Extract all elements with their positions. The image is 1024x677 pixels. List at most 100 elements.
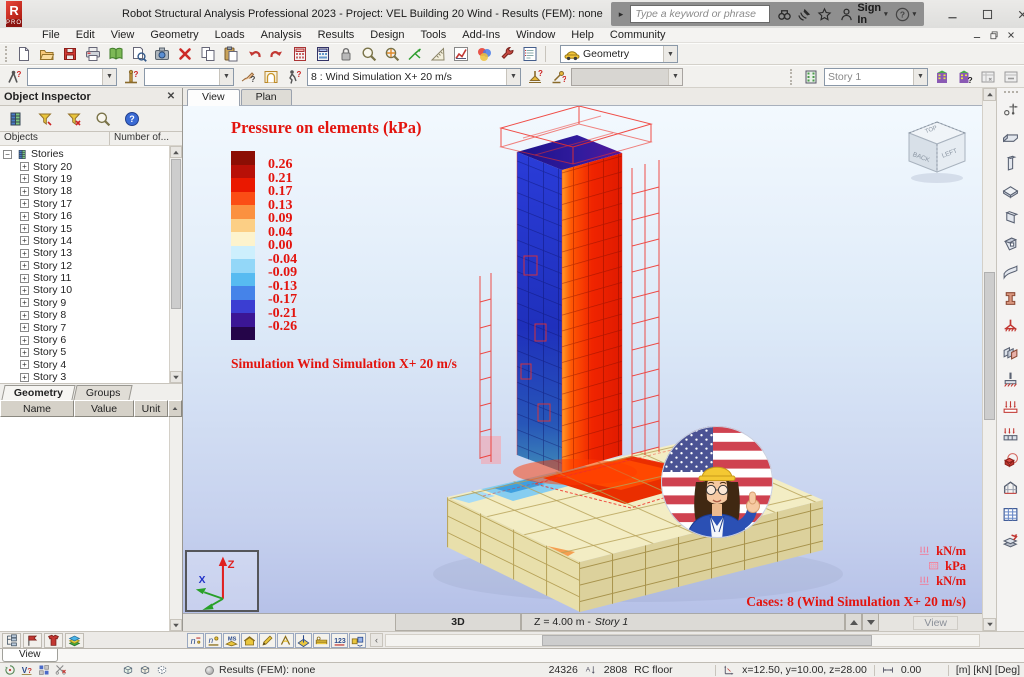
expand-icon[interactable]: + — [20, 336, 29, 345]
shell-icon[interactable] — [999, 260, 1023, 283]
horizontal-scrollbar[interactable] — [385, 634, 980, 647]
tree-view-icon[interactable] — [2, 633, 21, 648]
expand-icon[interactable]: + — [20, 187, 29, 196]
tree-item-story[interactable]: + Story 15 — [3, 222, 182, 234]
expand-icon[interactable]: + — [20, 224, 29, 233]
snap-n1-icon[interactable]: n — [187, 633, 204, 648]
support-icon[interactable] — [999, 314, 1023, 337]
viewport-vertical-scrollbar[interactable] — [982, 88, 996, 631]
zoom-icon[interactable] — [357, 44, 380, 64]
tree-item-stories-root[interactable]: − Stories — [3, 148, 182, 160]
walk-q-icon[interactable]: ? — [282, 67, 305, 87]
number-column-header[interactable]: Number of... — [110, 132, 182, 145]
tree-item-story[interactable]: + Story 12 — [3, 260, 182, 272]
wrench-icon[interactable] — [495, 44, 518, 64]
tree-scrollbar[interactable] — [169, 146, 182, 383]
snap-n2-icon[interactable]: n — [205, 633, 222, 648]
combo-dropdown-icon[interactable]: ▼ — [506, 69, 520, 85]
units-label[interactable]: [m] [kN] [Deg] — [956, 664, 1020, 676]
node-axes-icon[interactable] — [999, 98, 1023, 121]
support-q-icon[interactable]: ? — [523, 67, 546, 87]
toolbar-grip[interactable] — [1004, 91, 1018, 93]
menu-item[interactable]: Geometry — [142, 29, 206, 41]
expand-icon[interactable]: + — [20, 236, 29, 245]
win-gray2-icon[interactable] — [999, 67, 1022, 87]
expand-icon[interactable]: + — [20, 348, 29, 357]
combo-dropdown-icon[interactable]: ▼ — [219, 69, 233, 85]
cut-x-icon[interactable] — [55, 664, 67, 676]
redo-icon[interactable] — [265, 44, 288, 64]
tree-item-story[interactable]: + Story 19 — [3, 173, 182, 185]
view-window-tab[interactable]: View — [2, 649, 58, 662]
lock-icon[interactable] — [334, 44, 357, 64]
scroll-down-icon[interactable] — [170, 619, 182, 631]
notes-icon[interactable] — [518, 44, 541, 64]
layers-move-icon[interactable] — [999, 530, 1023, 553]
menu-item[interactable]: Window — [508, 29, 563, 41]
filter-shirt-icon[interactable] — [44, 633, 63, 648]
search-input[interactable] — [630, 5, 770, 23]
favorites-star-icon[interactable] — [817, 7, 832, 22]
save-icon[interactable] — [58, 44, 81, 64]
table-grid-icon[interactable] — [999, 503, 1023, 526]
nodes-green-icon[interactable] — [403, 44, 426, 64]
scroll-up-icon[interactable] — [983, 88, 996, 101]
filter-icon[interactable] — [35, 109, 55, 129]
sort-icon[interactable]: A — [585, 664, 597, 676]
snap-123-icon[interactable]: 123 — [331, 633, 348, 648]
wall-icon[interactable] — [999, 206, 1023, 229]
level-cell[interactable]: Z = 4.00 m - Story 1 — [521, 614, 845, 631]
zoom-icon[interactable] — [93, 109, 113, 129]
zoom-target-icon[interactable] — [380, 44, 403, 64]
menu-item[interactable]: View — [103, 29, 143, 41]
i-section-icon[interactable] — [999, 287, 1023, 310]
wall-2-icon[interactable] — [999, 233, 1023, 256]
view-mode-cell[interactable]: 3D — [395, 614, 521, 631]
toolbar-grip[interactable] — [5, 46, 9, 62]
level-q-icon[interactable]: ? — [119, 67, 142, 87]
scrollbar-thumb[interactable] — [542, 635, 872, 646]
open-folder-icon[interactable] — [35, 44, 58, 64]
beam-icon[interactable] — [999, 125, 1023, 148]
combo-dropdown-icon[interactable]: ▼ — [102, 69, 116, 85]
filter-x-icon[interactable] — [64, 109, 84, 129]
camera-icon[interactable] — [150, 44, 173, 64]
cube-3-icon[interactable] — [156, 664, 168, 676]
measure-icon[interactable] — [426, 44, 449, 64]
expand-icon[interactable]: + — [20, 373, 29, 382]
tree-item-story[interactable]: + Story 5 — [3, 346, 182, 358]
search-expand-icon[interactable]: ▸ — [619, 9, 624, 20]
close-button[interactable] — [1016, 8, 1024, 21]
menu-item[interactable]: Edit — [68, 29, 103, 41]
expand-icon[interactable]: + — [20, 323, 29, 332]
building-green-icon[interactable] — [930, 67, 953, 87]
snap-house-icon[interactable] — [241, 633, 258, 648]
expand-icon[interactable]: + — [20, 212, 29, 221]
paste-icon[interactable] — [219, 44, 242, 64]
tree-item-story[interactable]: + Story 10 — [3, 284, 182, 296]
tree-item-story[interactable]: + Story 20 — [3, 160, 182, 172]
expand-icon[interactable]: + — [20, 286, 29, 295]
tree-item-story[interactable]: + Story 7 — [3, 321, 182, 333]
load-beam-icon[interactable] — [999, 395, 1023, 418]
mdi-restore-button[interactable] — [989, 30, 999, 40]
render-icon[interactable] — [472, 44, 495, 64]
expand-icon[interactable]: + — [20, 261, 29, 270]
tab-view[interactable]: View — [187, 89, 240, 106]
help-icon[interactable]: ? — [122, 109, 142, 129]
node-selection-combo[interactable]: ▼ — [27, 68, 117, 86]
objects-column-header[interactable]: Objects — [0, 132, 110, 145]
menu-item[interactable]: Add-Ins — [454, 29, 508, 41]
tree-item-story[interactable]: + Story 11 — [3, 272, 182, 284]
menu-item[interactable]: Loads — [207, 29, 253, 41]
delete-icon[interactable] — [173, 44, 196, 64]
sign-in-button[interactable]: Sign In ▾ — [839, 2, 887, 26]
menu-item[interactable]: Results — [310, 29, 363, 41]
bar-selection-combo[interactable]: ▼ — [144, 68, 234, 86]
scrollbar-thumb[interactable] — [984, 272, 995, 420]
find-doc-icon[interactable] — [127, 44, 150, 64]
snap-ms-icon[interactable]: MS — [223, 633, 240, 648]
cladding-icon[interactable] — [999, 341, 1023, 364]
snap-angle-icon[interactable] — [277, 633, 294, 648]
expand-icon[interactable]: + — [20, 249, 29, 258]
